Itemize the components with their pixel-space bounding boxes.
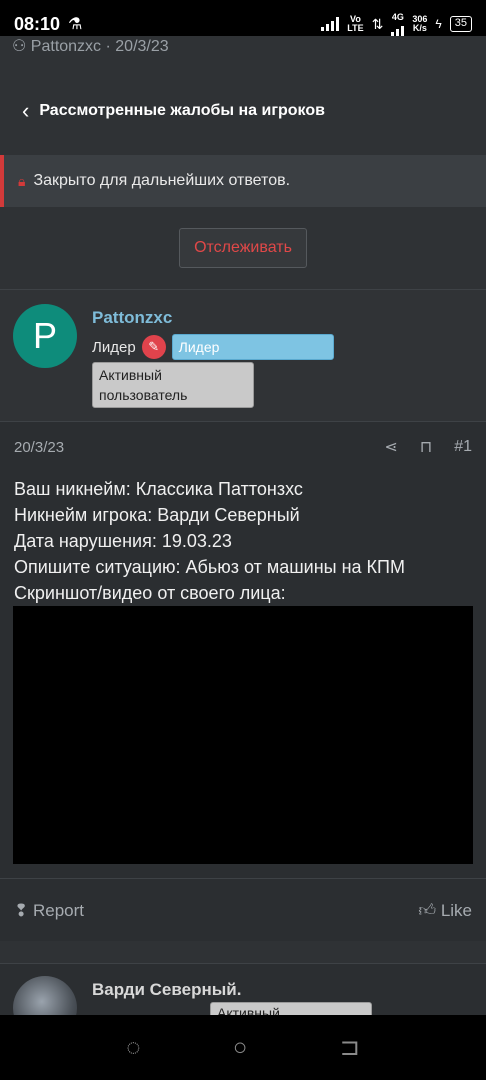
user-banner-active: Активный пользователь xyxy=(92,362,254,408)
bookmark-icon[interactable]: ⊓ xyxy=(420,437,432,457)
closed-notice: 🔒︎ Закрыто для дальнейших ответов. xyxy=(0,155,486,207)
user-role: Лидер xyxy=(92,338,136,356)
thread-meta-partial: ⚇ Pattonzxc · 20/3/23 xyxy=(0,36,486,62)
signal-icon xyxy=(321,17,340,31)
post-actions: ⋖ ⊓ #1 xyxy=(384,437,472,457)
post-line: Никнейм игрока: Варди Северный xyxy=(14,505,300,525)
username-link[interactable]: Pattonzxc xyxy=(92,308,172,328)
network-gen: 4G xyxy=(391,12,405,36)
post-line: Ваш никнейм: Классика Паттонзхс xyxy=(14,479,303,499)
user-role-row: Лидер ✎ Лидер xyxy=(92,334,334,360)
report-icon: ❢ xyxy=(14,900,33,920)
share-icon[interactable]: ⋖ xyxy=(384,437,397,457)
post-line: Опишите ситуацию: Абьюз от машины на КПМ xyxy=(14,557,405,577)
post-date[interactable]: 20/3/23 xyxy=(14,439,64,456)
flask-icon: ⚗ xyxy=(68,16,83,33)
breadcrumb[interactable]: ‹ Рассмотренные жалобы на игроков xyxy=(0,80,486,142)
closed-notice-text: Закрыто для дальнейших ответов. xyxy=(33,172,291,189)
home-icon[interactable]: ○ xyxy=(233,1034,248,1062)
watch-section: Отслеживать xyxy=(0,207,486,289)
post: P Pattonzxc Лидер ✎ Лидер Активный польз… xyxy=(0,289,486,941)
lock-icon: 🔒︎ xyxy=(18,172,26,189)
next-post: Варди Северный. Активный xyxy=(0,963,486,1023)
embedded-video[interactable] xyxy=(13,606,473,864)
post-user-block: P Pattonzxc Лидер ✎ Лидер Активный польз… xyxy=(0,290,486,422)
net-speed: 306 K/s xyxy=(412,14,428,33)
breadcrumb-title[interactable]: Рассмотренные жалобы на игроков xyxy=(39,102,325,120)
data-arrows-icon: ⇅ xyxy=(371,16,384,32)
like-button[interactable]: 👍︎ Like xyxy=(418,900,472,921)
post-line: Дата нарушения: 19.03.23 xyxy=(14,531,232,551)
post-number[interactable]: #1 xyxy=(454,438,472,456)
avatar[interactable]: P xyxy=(13,304,77,368)
watch-button[interactable]: Отслеживать xyxy=(179,228,307,268)
thumbs-up-icon: 👍︎ xyxy=(418,901,441,920)
post-line: Скриншот/видео от своего лица: xyxy=(14,583,286,603)
user-banner-leader: Лидер xyxy=(171,334,334,360)
signal-icon-2 xyxy=(391,22,405,36)
report-button[interactable]: ❢ Report xyxy=(14,901,84,921)
post-footer: ❢ Report 👍︎ Like xyxy=(0,878,486,942)
post-body: Ваш никнейм: Классика Паттонзхс Никнейм … xyxy=(14,476,474,606)
status-icons: Vo LTE ⇅ 4G 306 K/s ϟ 35 xyxy=(321,12,472,36)
charging-icon: ϟ xyxy=(435,17,442,31)
system-navbar: ◌ ○ ⊐ xyxy=(0,1015,486,1080)
battery-icon: 35 xyxy=(449,16,472,32)
volte-indicator: Vo LTE xyxy=(347,14,364,33)
chevron-left-icon[interactable]: ‹ xyxy=(22,98,29,124)
user-icon: ⚇ xyxy=(12,38,31,55)
username-link[interactable]: Варди Северный. xyxy=(92,980,241,1000)
back-icon[interactable]: ⊐ xyxy=(340,1033,360,1062)
post-meta: 20/3/23 ⋖ ⊓ #1 xyxy=(0,430,486,464)
recents-icon[interactable]: ◌ xyxy=(126,1034,140,1062)
clock: 08:10 xyxy=(14,13,61,34)
leader-badge-icon: ✎ xyxy=(141,335,166,359)
